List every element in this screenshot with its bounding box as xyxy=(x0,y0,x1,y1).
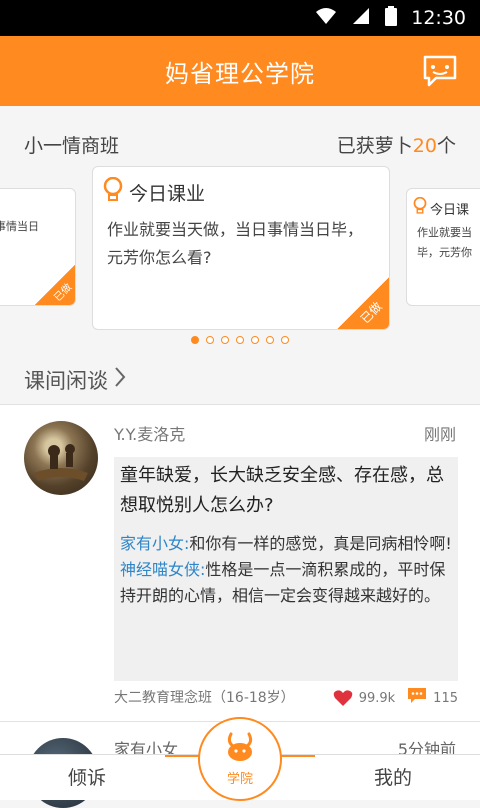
section-title: 课间闲谈 xyxy=(24,369,108,393)
tab-academy[interactable]: 学院 xyxy=(198,717,282,801)
pagination-dot[interactable] xyxy=(251,336,259,344)
lesson-card-next[interactable]: 今日课 作业就要当 毕，元芳你 xyxy=(406,188,480,306)
done-badge: 已做 xyxy=(35,265,75,305)
post-item[interactable]: Y.Y.麦洛克 刚刚 童年缺爱，长大缺乏安全感、存在感，总想取悦别人怎么办? 家… xyxy=(0,404,480,722)
card-header: 今日课业 xyxy=(93,167,389,208)
reply-author[interactable]: 神经喵女侠: xyxy=(120,560,205,579)
reply-author[interactable]: 家有小女: xyxy=(120,534,189,553)
post-author[interactable]: Y.Y.麦洛克 xyxy=(114,421,185,445)
carrot-count: 已获萝卜20个 xyxy=(336,134,456,157)
pagination-dot[interactable] xyxy=(236,336,244,344)
tab-confide[interactable]: 倾诉 xyxy=(68,763,106,790)
app-header: 妈省理公学院 xyxy=(0,36,480,106)
lightbulb-icon xyxy=(413,196,427,219)
avatar[interactable] xyxy=(24,421,98,495)
reply-item: 家有小女:和你有一样的感觉，真是同病相怜啊! xyxy=(120,534,452,553)
pagination-dot[interactable] xyxy=(191,336,199,344)
post-time: 刚刚 xyxy=(423,425,456,444)
card-header: 今日课 xyxy=(407,189,480,219)
lightbulb-icon xyxy=(103,176,123,208)
message-icon[interactable] xyxy=(422,54,458,88)
heart-icon[interactable] xyxy=(333,689,353,708)
lesson-card-prev[interactable]: 事情当日 已做 xyxy=(0,188,76,306)
reply-list: 家有小女:和你有一样的感觉，真是同病相怜啊! 神经喵女侠:性格是一点一滴积累成的… xyxy=(120,531,452,609)
card-body: 作业就要当天做，当日事情当日毕，元芳你怎么看? xyxy=(107,220,364,267)
tab-academy-label: 学院 xyxy=(226,771,253,787)
carousel-pagination xyxy=(0,336,480,344)
status-bar: 12:30 xyxy=(0,0,480,36)
chevron-right-icon xyxy=(114,366,126,394)
post-bubble[interactable]: 童年缺爱，长大缺乏安全感、存在感，总想取悦别人怎么办? 家有小女:和你有一样的感… xyxy=(114,457,458,681)
comment-icon[interactable] xyxy=(407,687,427,709)
reply-item: 神经喵女侠:性格是一点一滴积累成的，平时保持开朗的心情，相信一定会变得越来越好的… xyxy=(120,560,446,605)
card-body: 事情当日 xyxy=(0,220,39,233)
wifi-icon xyxy=(315,7,337,30)
tab-mine[interactable]: 我的 xyxy=(374,763,412,790)
rabbit-icon xyxy=(223,732,257,766)
post-stats: 99.9k 115 xyxy=(333,687,458,709)
pagination-dot[interactable] xyxy=(221,336,229,344)
done-badge: 已做 xyxy=(337,277,389,329)
like-count: 99.9k xyxy=(358,690,396,706)
status-time: 12:30 xyxy=(411,7,466,29)
class-name: 小一情商班 xyxy=(24,134,120,157)
card-title: 今日课业 xyxy=(129,183,206,205)
card-body: 作业就要当 毕，元芳你 xyxy=(417,226,472,259)
pagination-dot[interactable] xyxy=(266,336,274,344)
post-class-info: 大二教育理念班（16-18岁） xyxy=(114,690,295,706)
post-question: 童年缺爱，长大缺乏安全感、存在感，总想取悦别人怎么办? xyxy=(120,465,444,516)
card-title: 今日课 xyxy=(430,202,470,218)
pagination-dot[interactable] xyxy=(281,336,289,344)
signal-icon xyxy=(351,7,371,30)
pagination-dot[interactable] xyxy=(206,336,214,344)
page-title: 妈省理公学院 xyxy=(165,59,315,88)
chat-section-header[interactable]: 课间闲谈 xyxy=(0,356,480,404)
battery-icon xyxy=(385,5,398,31)
comment-count: 115 xyxy=(433,690,458,706)
lesson-card-today[interactable]: 今日课业 作业就要当天做，当日事情当日毕，元芳你怎么看? 已做 xyxy=(92,166,390,330)
